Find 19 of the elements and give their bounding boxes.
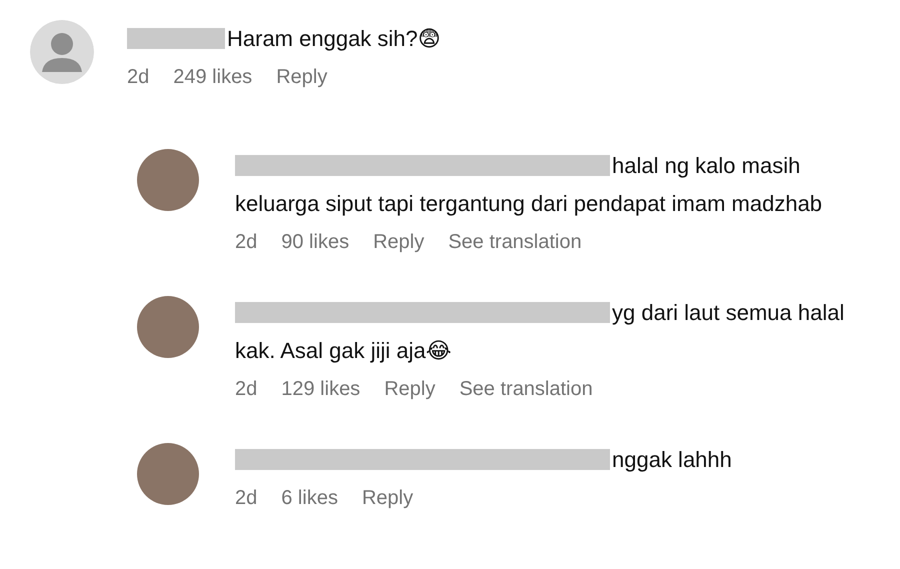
comment-time: 2d [127,66,150,89]
comment-time: 2d [235,487,258,510]
comment-time: 2d [235,378,258,401]
comment-text: Haram enggak sih?😨 [127,20,441,58]
reply-text: yg dari laut semua halal kak. Asal gak jiji aja😂 [235,299,846,365]
reply-link[interactable]: Reply [373,231,424,254]
reply-text: nggak lahhh [235,441,875,479]
reply-link[interactable]: Reply [362,487,414,510]
reply-link[interactable]: Reply [276,66,328,89]
reply-text: halal ng kalo masih keluarga siput tapi tergantung dari pendapat imam madzhab [235,152,824,218]
reply-link[interactable]: Reply [384,378,436,401]
see-translation-link[interactable]: See translation [448,231,582,254]
likes-link[interactable]: 129 likes [281,378,360,401]
likes-link[interactable]: 90 likes [281,231,350,254]
likes-link[interactable]: 249 likes [173,66,252,89]
likes-link[interactable]: 6 likes [281,487,338,510]
see-translation-link[interactable]: See translation [459,378,593,401]
comment-time: 2d [235,231,258,254]
avatar-silhouette-icon [30,20,94,84]
